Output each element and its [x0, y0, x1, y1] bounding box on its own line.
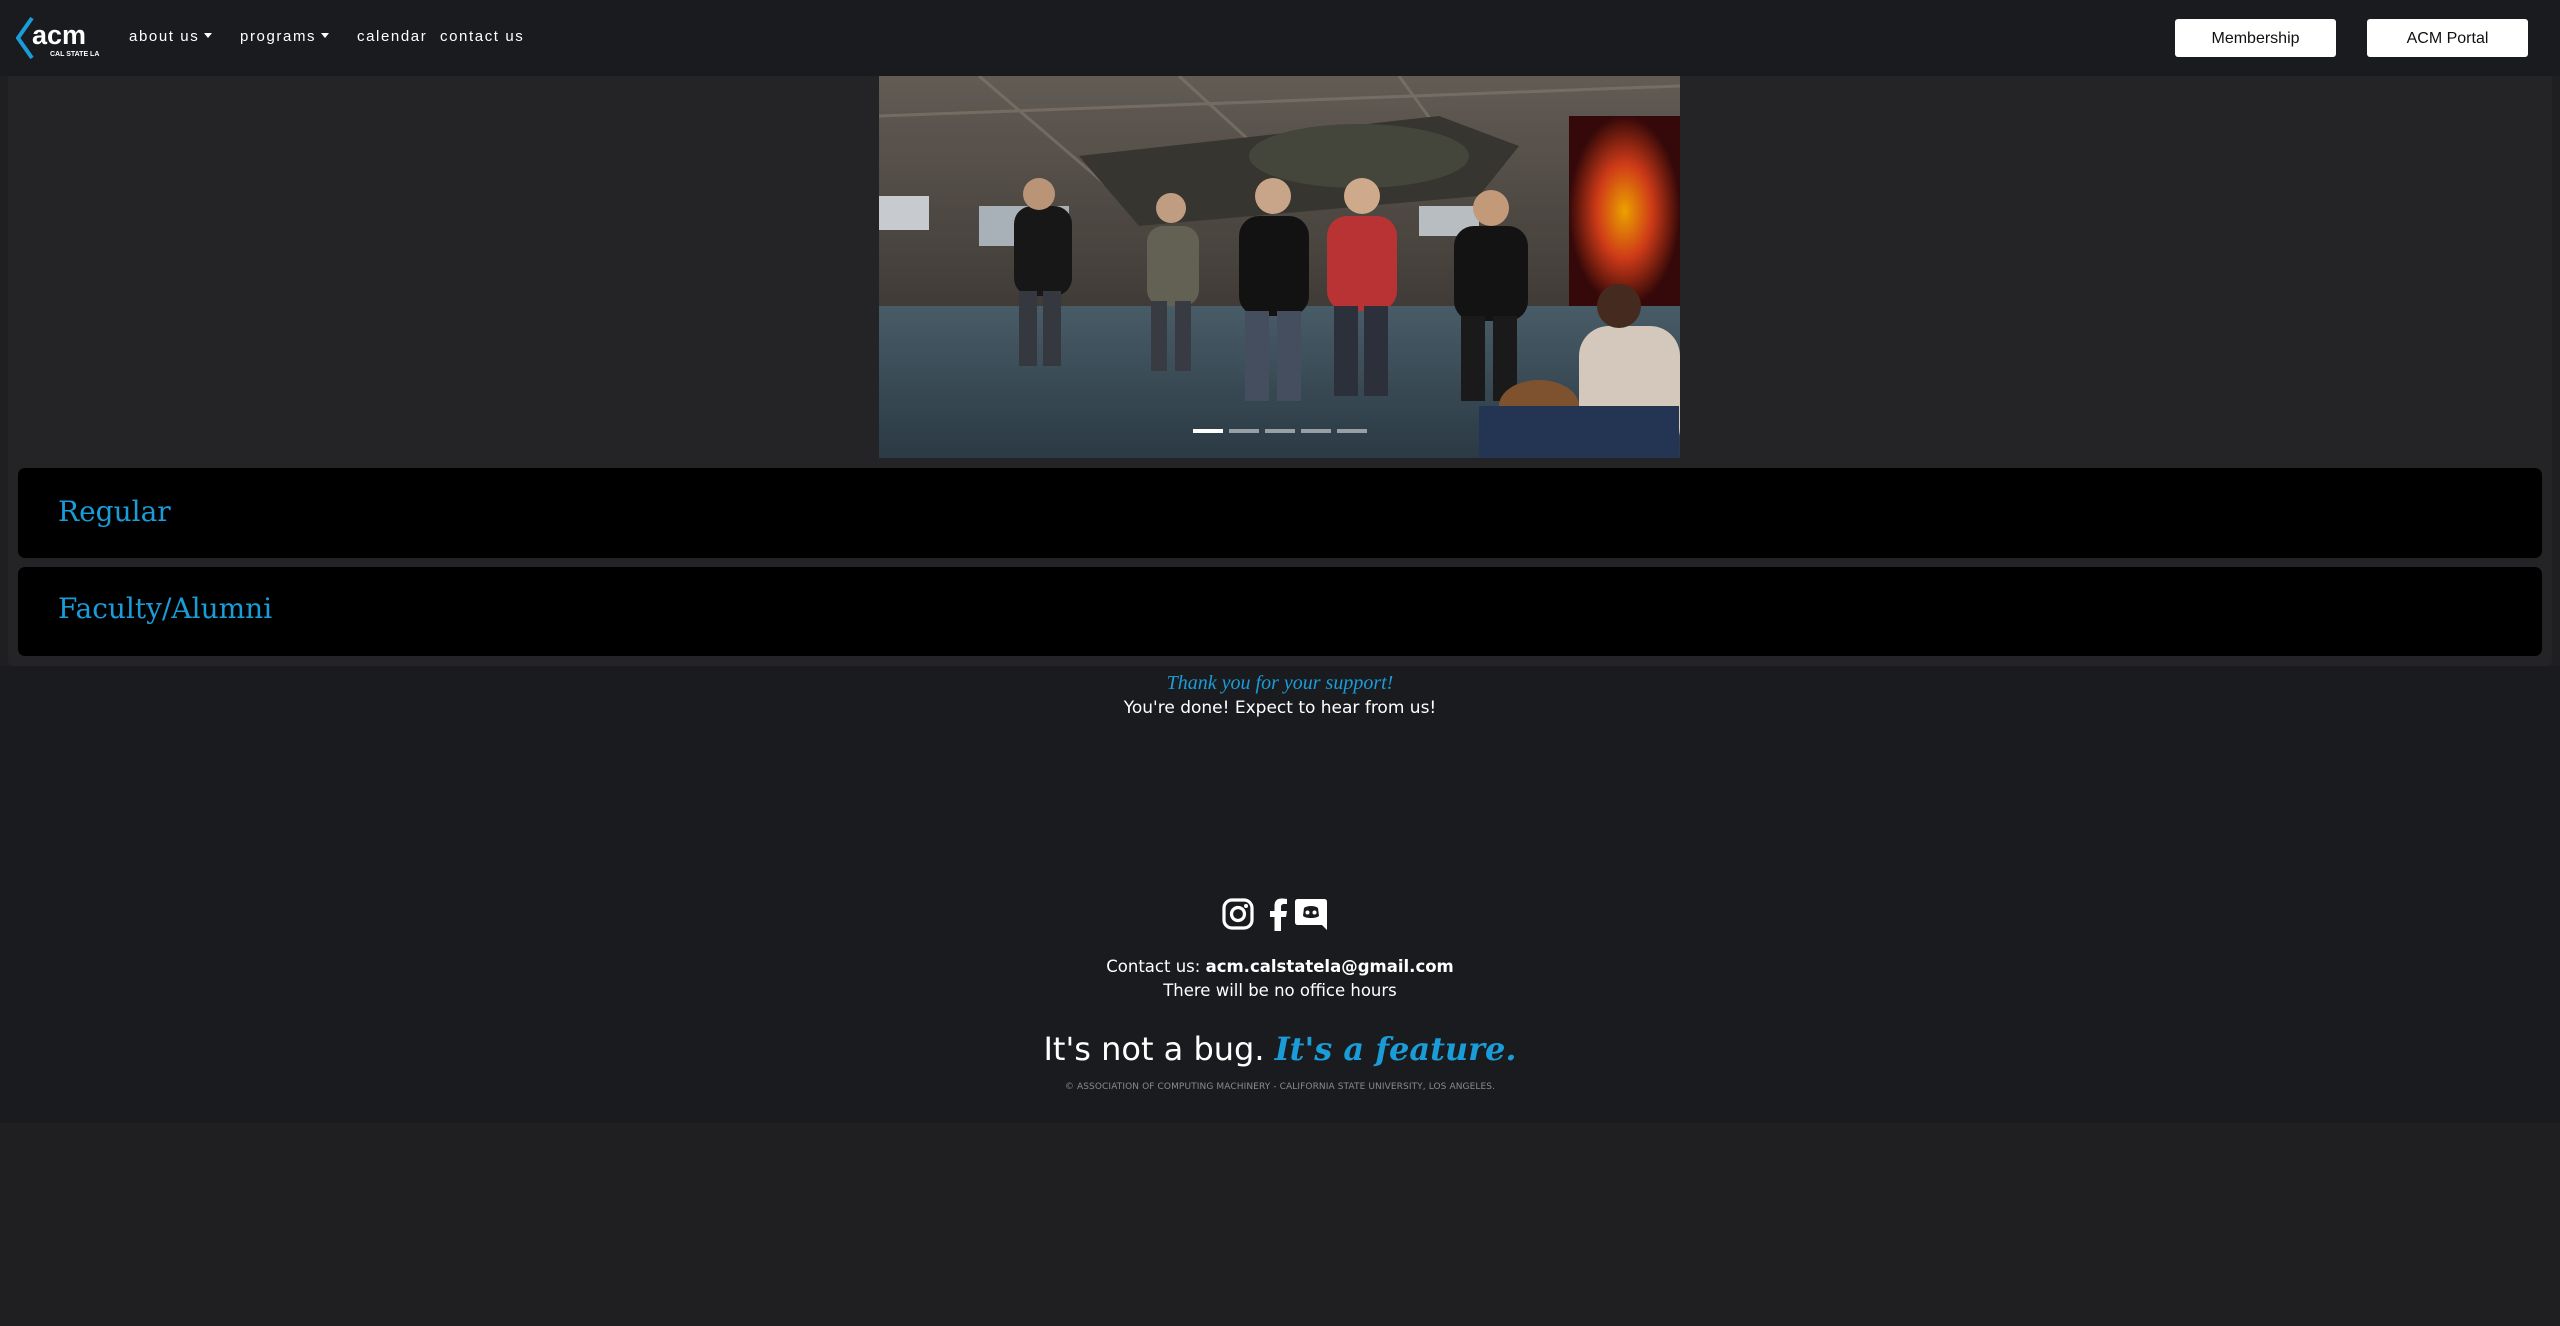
instagram-icon[interactable]: [1221, 897, 1255, 931]
nav-about-us[interactable]: about us: [129, 28, 213, 45]
logo-text: acm: [32, 20, 86, 50]
nav-calendar[interactable]: calendar: [357, 28, 427, 45]
nav-contact-us-label: contact us: [440, 28, 525, 45]
nav-contact-us[interactable]: contact us: [440, 28, 524, 45]
acm-logo-icon: acm CAL STATE LA: [15, 16, 99, 60]
membership-card-faculty-alumni[interactable]: Faculty/Alumni: [18, 567, 2542, 656]
contact-email-link[interactable]: acm.calstatela@gmail.com: [1206, 957, 1454, 976]
nav-about-us-label: about us: [129, 28, 200, 45]
office-hours-note: There will be no office hours: [1163, 981, 1397, 1000]
acm-logo[interactable]: acm CAL STATE LA: [15, 14, 100, 62]
carousel-indicator[interactable]: [1336, 429, 1367, 433]
carousel-indicator[interactable]: [1228, 429, 1259, 433]
navbar: acm CAL STATE LA about us programs calen…: [0, 0, 2560, 76]
carousel-indicators: [879, 429, 1680, 433]
carousel-indicator[interactable]: [1300, 429, 1331, 433]
chevron-down-icon: [204, 33, 213, 38]
card-title: Faculty/Alumni: [58, 592, 273, 625]
acm-portal-button[interactable]: ACM Portal: [2367, 19, 2528, 57]
membership-card-regular[interactable]: Regular: [18, 468, 2542, 558]
nav-programs-label: programs: [240, 28, 317, 45]
carousel-photo: [879, 76, 1680, 458]
nav-calendar-label: calendar: [357, 28, 428, 45]
tagline-plain: It's not a bug.: [1043, 1030, 1275, 1068]
tagline-emphasis: It's a feature.: [1274, 1030, 1517, 1068]
thank-you-message: Thank you for your support!: [1166, 672, 1394, 694]
carousel-indicator[interactable]: [1264, 429, 1295, 433]
photo-carousel[interactable]: [879, 76, 1680, 458]
card-title: Regular: [58, 495, 171, 528]
facebook-icon[interactable]: [1262, 897, 1296, 931]
chevron-down-icon: [321, 33, 330, 38]
discord-icon[interactable]: [1294, 897, 1328, 931]
logo-subtext: CAL STATE LA: [50, 51, 99, 58]
tagline: It's not a bug. It's a feature.: [0, 1030, 2560, 1068]
membership-button[interactable]: Membership: [2175, 19, 2336, 57]
nav-programs[interactable]: programs: [240, 28, 330, 45]
contact-line: Contact us: acm.calstatela@gmail.com: [0, 957, 2560, 976]
contact-prefix: Contact us:: [1106, 957, 1206, 976]
copyright: © ASSOCIATION OF COMPUTING MACHINERY - C…: [1064, 1082, 1496, 1092]
done-message: You're done! Expect to hear from us!: [1123, 698, 1437, 718]
carousel-indicator[interactable]: [1192, 429, 1223, 433]
